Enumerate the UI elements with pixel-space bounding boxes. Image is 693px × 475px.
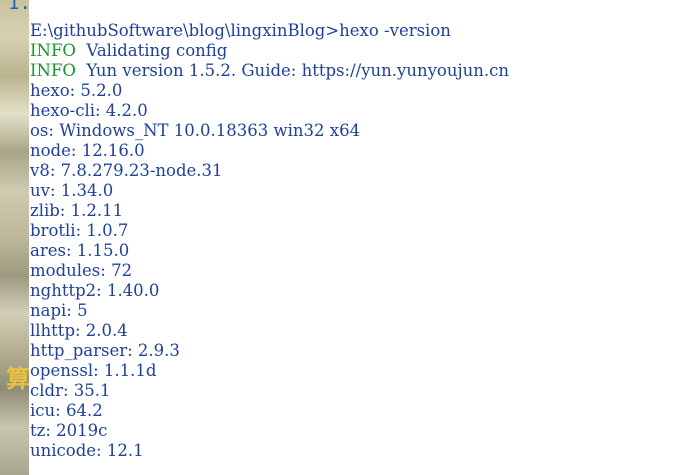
output-line-icu: icu: 64.2	[30, 401, 103, 420]
info-tag: INFO	[30, 41, 76, 60]
output-line-http-parser: http_parser: 2.9.3	[30, 341, 180, 360]
output-line-hexo-cli: hexo-cli: 4.2.0	[30, 101, 148, 120]
output-line-zlib: zlib: 1.2.11	[30, 201, 124, 220]
output-line-os: os: Windows_NT 10.0.18363 win32 x64	[30, 121, 361, 140]
output-line-unicode: unicode: 12.1	[30, 441, 144, 460]
desktop-glyph-top: 1.	[8, 0, 31, 14]
info-tag: INFO	[30, 61, 76, 80]
terminal-window[interactable]: E:\githubSoftware\blog\lingxinBlog>hexo …	[29, 0, 693, 475]
output-line-llhttp: llhttp: 2.0.4	[30, 321, 128, 340]
terminal-output[interactable]: E:\githubSoftware\blog\lingxinBlog>hexo …	[30, 21, 509, 461]
output-line-cldr: cldr: 35.1	[30, 381, 111, 400]
info-text: Validating config	[75, 41, 228, 60]
info-line: INFO Yun version 1.5.2. Guide: https://y…	[30, 61, 509, 81]
command-line: E:\githubSoftware\blog\lingxinBlog>hexo …	[30, 21, 451, 40]
output-line-nghttp2: nghttp2: 1.40.0	[30, 281, 160, 300]
output-line-brotli: brotli: 1.0.7	[30, 221, 129, 240]
output-line-napi: napi: 5	[30, 301, 88, 320]
info-line: INFO Validating config	[30, 41, 509, 61]
output-line-hexo: hexo: 5.2.0	[30, 81, 123, 100]
desktop-background-strip: 1. 算	[0, 0, 31, 475]
output-line-tz: tz: 2019c	[30, 421, 108, 440]
output-line-v8: v8: 7.8.279.23-node.31	[30, 161, 223, 180]
screen: 1. 算 E:\githubSoftware\blog\lingxinBlog>…	[0, 0, 693, 475]
output-line-modules: modules: 72	[30, 261, 133, 280]
desktop-glyph-side: 算	[6, 365, 30, 393]
info-text: Yun version 1.5.2. Guide: https://yun.yu…	[75, 61, 509, 80]
output-line-ares: ares: 1.15.0	[30, 241, 130, 260]
output-line-uv: uv: 1.34.0	[30, 181, 114, 200]
output-line-openssl: openssl: 1.1.1d	[30, 361, 157, 380]
output-line-node: node: 12.16.0	[30, 141, 145, 160]
